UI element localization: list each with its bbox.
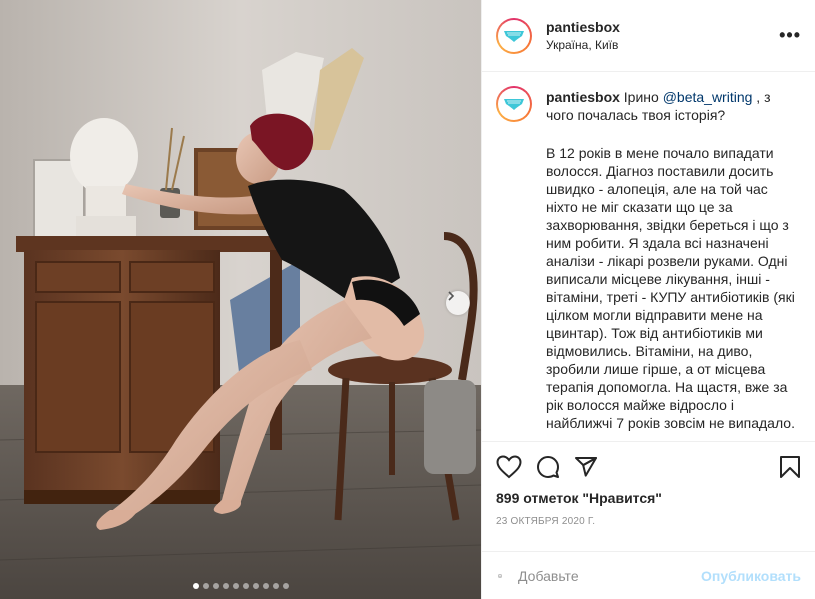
caption-username[interactable]: pantiesbox <box>546 89 620 105</box>
carousel-dot <box>262 583 269 589</box>
bookmark-icon <box>780 456 800 478</box>
carousel-indicator <box>0 583 481 589</box>
publish-button[interactable]: Опубликовать <box>701 568 801 584</box>
carousel-dot <box>272 583 279 589</box>
comment-input[interactable] <box>516 566 702 585</box>
likes-count[interactable]: 899 отметок "Нравится" <box>496 490 801 506</box>
carousel-dot <box>222 583 229 589</box>
post-side-panel: pantiesbox Україна, Київ ••• pantiesbox … <box>481 0 815 599</box>
heart-icon <box>496 455 522 479</box>
carousel-dot <box>202 583 209 589</box>
header-text: pantiesbox Україна, Київ <box>546 19 779 52</box>
carousel-dot <box>212 583 219 589</box>
avatar[interactable] <box>496 17 532 54</box>
share-icon <box>575 457 597 477</box>
post-location[interactable]: Україна, Київ <box>546 38 779 52</box>
caption-avatar[interactable] <box>496 86 532 122</box>
carousel-dot <box>192 583 199 589</box>
post-date[interactable]: 23 ОКТЯБРЯ 2020 Г. <box>496 516 801 527</box>
action-icons <box>496 450 801 484</box>
carousel-dot <box>282 583 289 589</box>
brand-logo-icon <box>504 30 524 42</box>
carousel-dot <box>252 583 259 589</box>
smiley-icon[interactable] <box>498 564 502 588</box>
post-photo[interactable] <box>0 0 481 599</box>
comment-button[interactable] <box>536 455 560 479</box>
caption-intro: pantiesbox Ірино @beta_writing , з чого … <box>546 88 796 124</box>
share-button[interactable] <box>574 455 598 479</box>
more-options-button[interactable]: ••• <box>779 25 801 46</box>
save-button[interactable] <box>779 455 801 479</box>
caption-intro-before: Ірино <box>623 89 663 105</box>
caption-body: В 12 років в мене почало випадати волосс… <box>546 145 795 431</box>
comments-section[interactable]: pantiesbox Ірино @beta_writing , з чого … <box>482 72 815 441</box>
instagram-post: pantiesbox Україна, Київ ••• pantiesbox … <box>0 0 815 599</box>
carousel-next-button[interactable] <box>446 291 470 315</box>
brand-logo-icon <box>504 99 524 110</box>
caption-mention[interactable]: @beta_writing <box>663 89 753 105</box>
post-image <box>0 0 481 599</box>
carousel-dot <box>242 583 249 589</box>
like-button[interactable] <box>496 455 522 479</box>
post-username[interactable]: pantiesbox <box>546 19 779 35</box>
carousel-dot <box>232 583 239 589</box>
add-comment-bar: Опубликовать <box>482 551 815 599</box>
post-actions: 899 отметок "Нравится" 23 ОКТЯБРЯ 2020 Г… <box>482 441 815 551</box>
comment-icon <box>537 456 559 478</box>
post-caption: pantiesbox Ірино @beta_writing , з чого … <box>546 88 796 441</box>
post-header: pantiesbox Україна, Київ ••• <box>482 0 815 72</box>
chevron-right-icon <box>448 291 455 301</box>
